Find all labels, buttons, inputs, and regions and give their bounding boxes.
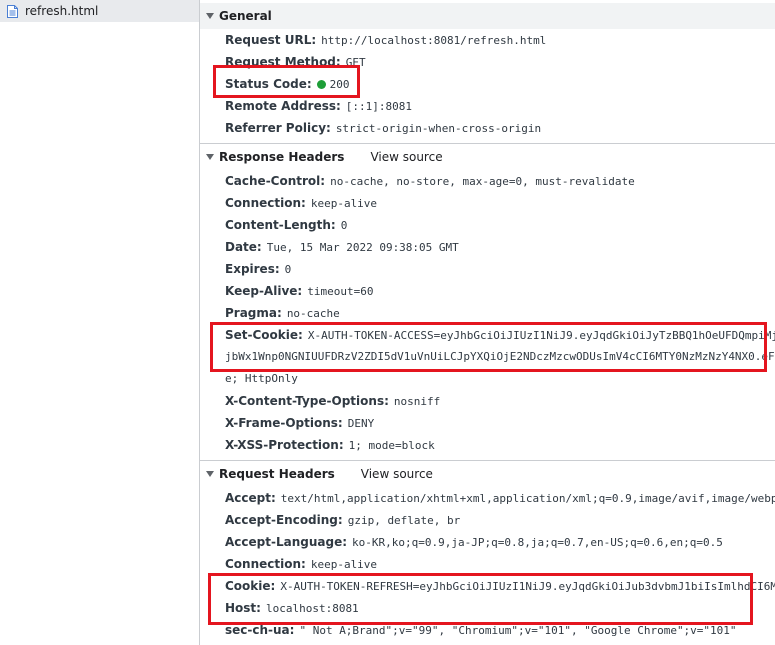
response-header-row: Cache-Control: no-cache, no-store, max-ag…: [225, 174, 635, 188]
expand-triangle-icon: [206, 471, 214, 477]
expand-triangle-icon: [206, 13, 214, 19]
expand-triangle-icon: [206, 154, 214, 160]
request-item-label: refresh.html: [25, 4, 99, 18]
request-item-refresh[interactable]: refresh.html: [0, 0, 199, 22]
devtools-network-panel: refresh.html General Request URL: http://…: [0, 0, 775, 645]
response-view-source-link[interactable]: View source: [370, 144, 442, 170]
headers-pane: General Request URL: http://localhost:808…: [200, 0, 775, 645]
response-header-row: X-Content-Type-Options: nosniff: [225, 394, 441, 408]
general-status-code: Status Code: 200: [225, 77, 350, 91]
request-headers-section-header[interactable]: Request Headers View source: [200, 461, 775, 487]
response-header-row: X-XSS-Protection: 1; mode=block: [225, 438, 435, 452]
response-headers-section-header[interactable]: Response Headers View source: [200, 144, 775, 170]
response-header-row: X-Frame-Options: DENY: [225, 416, 375, 430]
request-sec-ch-ua: sec-ch-ua: " Not A;Brand";v="99", "Chromi…: [225, 623, 737, 637]
response-header-row: Date: Tue, 15 Mar 2022 09:38:05 GMT: [225, 240, 459, 254]
general-referrer-policy: Referrer Policy: strict-origin-when-cross…: [225, 121, 542, 135]
request-view-source-link[interactable]: View source: [361, 461, 433, 487]
request-header-row: Accept-Language: ko-KR,ko;q=0.9,ja-JP;q=0…: [225, 535, 723, 549]
request-header-row: Accept-Encoding: gzip, deflate, br: [225, 513, 461, 527]
general-request-url: Request URL: http://localhost:8081/refres…: [225, 33, 547, 47]
request-list: refresh.html: [0, 0, 200, 645]
request-header-row: Connection: keep-alive: [225, 557, 378, 571]
general-section-title: General: [219, 9, 272, 23]
request-header-row: Accept: text/html,application/xhtml+xml,a…: [225, 491, 775, 505]
response-set-cookie-line2: jbWx1Wnp0NGNIUUFDRzV2ZDI5dV1uVnUiLCJpYXQ…: [225, 350, 775, 363]
general-request-method: Request Method: GET: [225, 55, 366, 69]
general-section-header[interactable]: General: [200, 3, 775, 29]
request-cookie: Cookie: X-AUTH-TOKEN-REFRESH=eyJhbGciOiJI…: [225, 579, 775, 593]
general-remote-address: Remote Address: [::1]:8081: [225, 99, 413, 113]
request-headers-title: Request Headers: [219, 467, 335, 481]
response-set-cookie: Set-Cookie: X-AUTH-TOKEN-ACCESS=eyJhbGciO…: [225, 328, 775, 342]
response-header-row: Keep-Alive: timeout=60: [225, 284, 374, 298]
response-set-cookie-line3: e; HttpOnly: [225, 372, 298, 385]
response-headers-title: Response Headers: [219, 150, 345, 164]
response-header-row: Pragma: no-cache: [225, 306, 340, 320]
response-header-row: Expires: 0: [225, 262, 292, 276]
status-ok-icon: [316, 80, 326, 89]
file-icon: [7, 4, 18, 18]
response-header-row: Content-Length: 0: [225, 218, 348, 232]
response-header-row: Connection: keep-alive: [225, 196, 378, 210]
request-host: Host: localhost:8081: [225, 601, 359, 615]
